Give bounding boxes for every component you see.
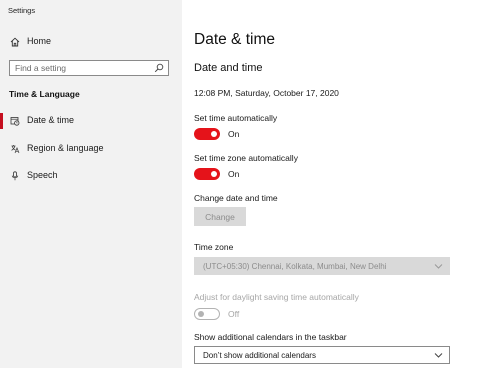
search-box — [9, 60, 169, 76]
microphone-icon — [11, 171, 19, 181]
toggle-knob — [198, 311, 204, 317]
additional-calendars-label: Show additional calendars in the taskbar — [194, 332, 347, 342]
daylight-saving-label: Adjust for daylight saving time automati… — [194, 292, 359, 302]
sidebar-item-label: Home — [27, 36, 52, 46]
daylight-saving-toggle[interactable] — [194, 308, 220, 320]
time-zone-dropdown[interactable]: (UTC+05:30) Chennai, Kolkata, Mumbai, Ne… — [194, 257, 450, 275]
sidebar-item-home[interactable]: Home — [0, 34, 182, 50]
set-time-zone-automatically-label: Set time zone automatically — [194, 153, 298, 163]
section-subheading: Date and time — [194, 62, 263, 74]
sidebar-item-label: Speech — [27, 170, 58, 180]
set-time-zone-automatically-toggle[interactable] — [194, 168, 220, 180]
section-heading: Time & Language — [9, 89, 80, 99]
toggle-knob — [211, 131, 217, 137]
date-time-icon — [10, 117, 20, 126]
change-date-time-label: Change date and time — [194, 193, 278, 203]
sidebar-item-region-language[interactable]: Region & language — [0, 140, 182, 158]
chevron-down-icon — [434, 264, 443, 269]
time-zone-value: (UTC+05:30) Chennai, Kolkata, Mumbai, Ne… — [203, 262, 387, 271]
sidebar-item-date-time[interactable]: Date & time — [0, 112, 182, 130]
app-title: Settings — [8, 6, 36, 15]
sidebar-item-label: Region & language — [27, 143, 104, 153]
sidebar-item-label: Date & time — [27, 115, 75, 125]
set-time-automatically-state: On — [228, 129, 240, 139]
toggle-knob — [211, 171, 217, 177]
selection-indicator — [0, 113, 3, 129]
search-icon[interactable] — [154, 63, 164, 73]
sidebar-item-speech[interactable]: Speech — [0, 167, 182, 185]
daylight-saving-state: Off — [228, 309, 240, 319]
set-time-automatically-toggle[interactable] — [194, 128, 220, 140]
main-content: Date & time Date and time 12:08 PM, Satu… — [182, 0, 500, 368]
additional-calendars-value: Don’t show additional calendars — [203, 351, 316, 360]
settings-window: Settings Home Time & Language — [0, 0, 500, 368]
page-title: Date & time — [194, 31, 275, 48]
set-time-zone-automatically-state: On — [228, 169, 240, 179]
home-icon — [10, 37, 20, 47]
additional-calendars-dropdown[interactable]: Don’t show additional calendars — [194, 346, 450, 364]
search-input[interactable] — [15, 62, 150, 74]
chevron-down-icon — [434, 353, 443, 358]
change-button[interactable]: Change — [194, 207, 246, 226]
sidebar: Settings Home Time & Language — [0, 0, 182, 368]
current-datetime: 12:08 PM, Saturday, October 17, 2020 — [194, 88, 339, 98]
set-time-automatically-label: Set time automatically — [194, 113, 278, 123]
time-zone-label: Time zone — [194, 242, 234, 252]
region-language-icon — [11, 145, 20, 154]
